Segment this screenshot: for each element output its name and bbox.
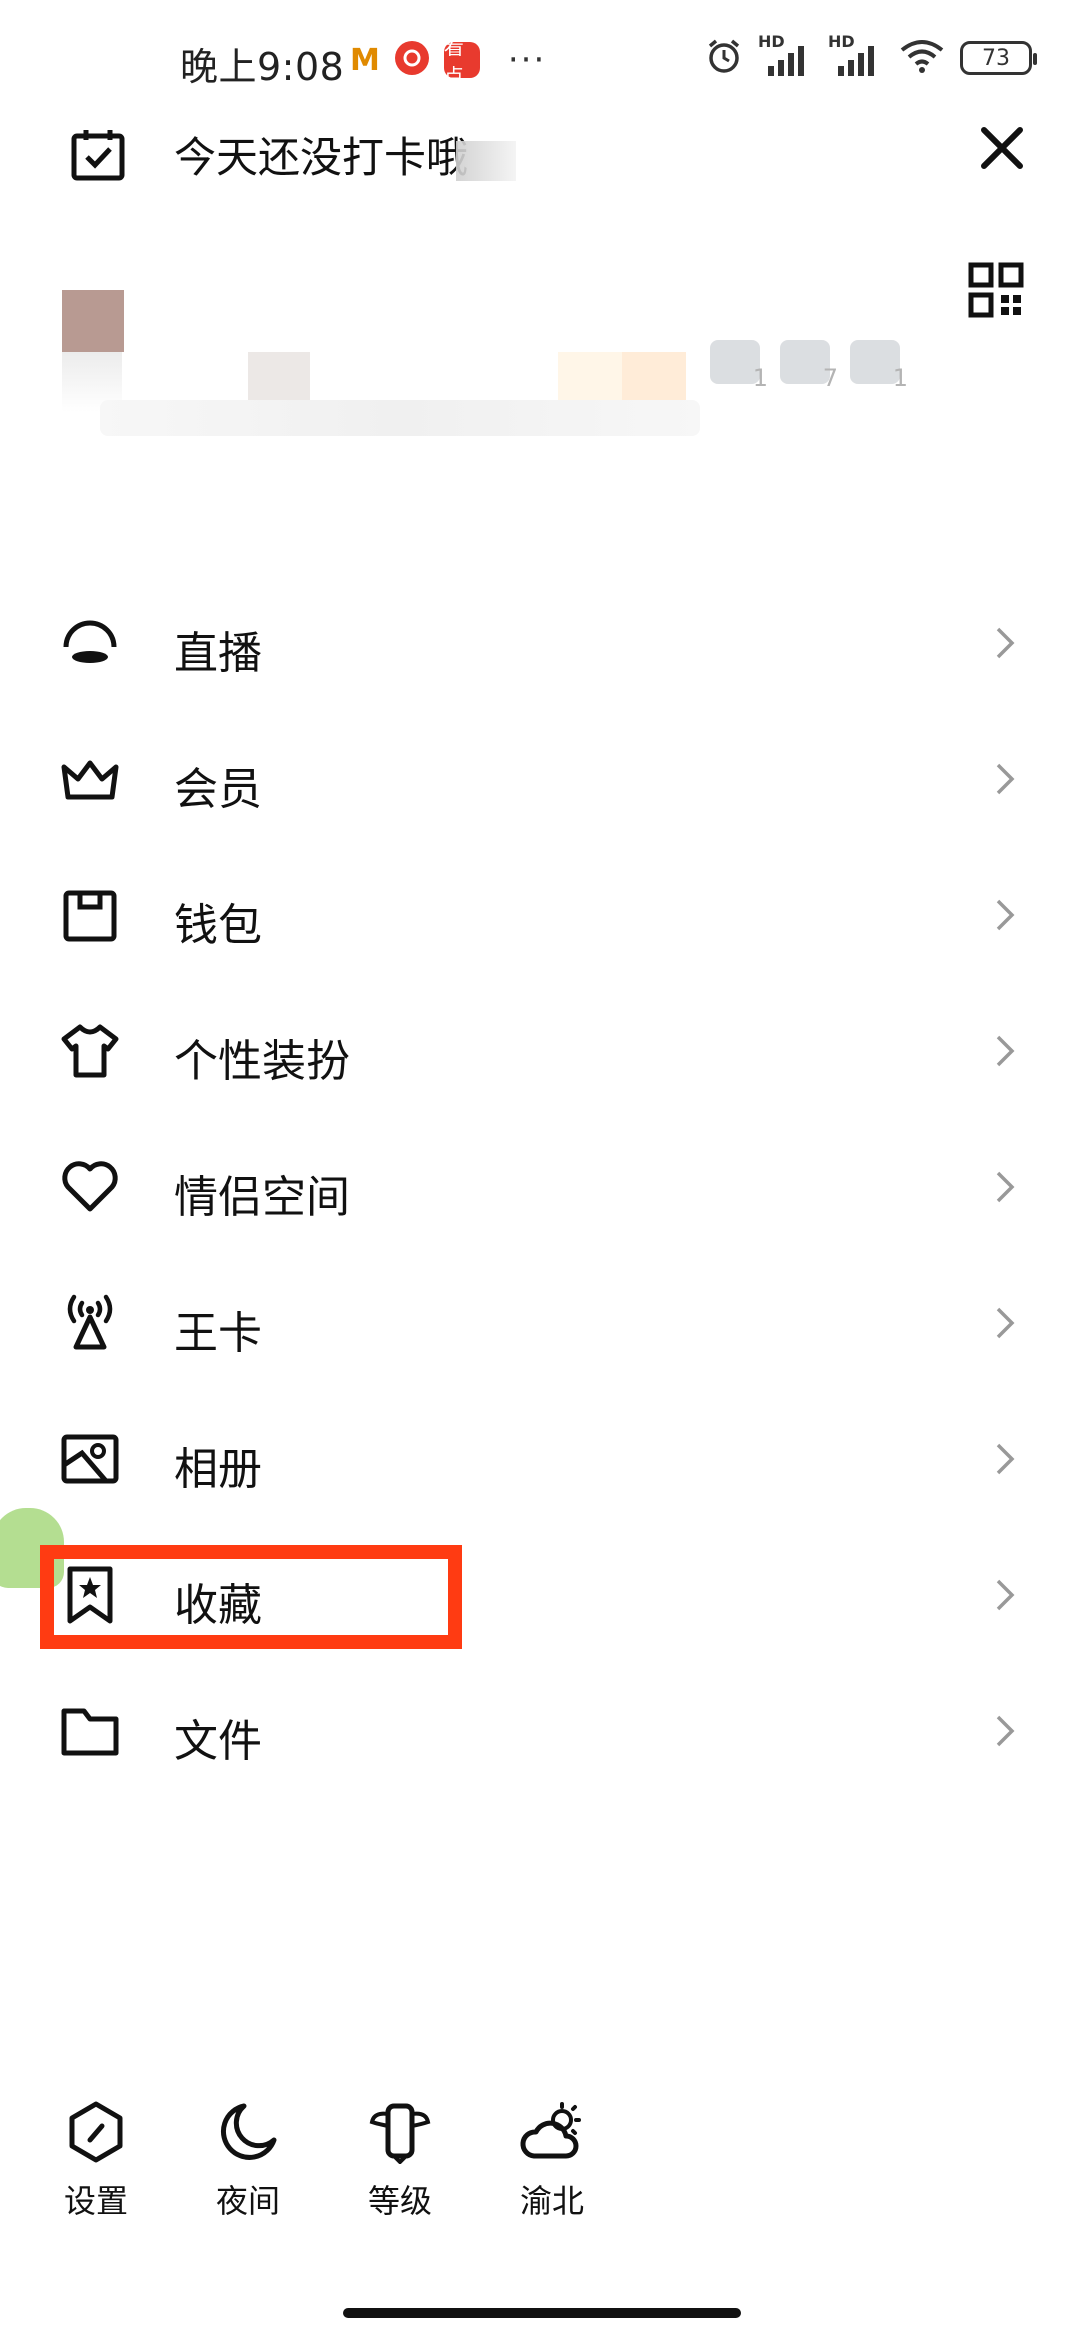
weather-sun-cloud-icon: [520, 2100, 584, 2164]
drawer-header: 今天还没打卡哦: [0, 110, 1080, 230]
medal-icon-2: 7: [780, 340, 838, 392]
weather-button[interactable]: 渝北: [492, 2100, 612, 2222]
medal-count-1: 1: [752, 364, 768, 392]
menu-label: 情侣空间: [174, 1172, 350, 1223]
level-button[interactable]: 等级: [340, 2100, 460, 2222]
wifi-icon: [898, 36, 946, 80]
more-notifications-icon: ···: [507, 40, 547, 80]
menu-label: 相册: [174, 1444, 262, 1495]
status-bar: 晚上9:08 M 看点 ··· HD HD 73: [0, 0, 1080, 120]
heart-icon: [60, 1157, 120, 1217]
app-m-icon: M: [350, 42, 380, 78]
menu-item-files[interactable]: 文件: [0, 1663, 1080, 1799]
folder-icon: [60, 1701, 120, 1761]
chevron-right-icon: [990, 895, 1020, 935]
level-label: 等级: [367, 2182, 432, 2220]
menu-item-album[interactable]: 相册: [0, 1391, 1080, 1527]
status-time: 晚上9:08: [180, 45, 345, 89]
medal-count-2: 7: [822, 364, 838, 392]
menu-label: 会员: [174, 764, 262, 815]
menu-label: 个性装扮: [174, 1036, 350, 1087]
chevron-right-icon: [990, 623, 1020, 663]
bottom-bar: 设置 夜间 等级 渝北: [0, 2100, 1080, 2260]
alarm-icon: [704, 36, 744, 80]
chevron-right-icon: [990, 759, 1020, 799]
avatar[interactable]: [62, 290, 124, 352]
tshirt-icon: [60, 1021, 120, 1081]
netease-music-icon: [394, 40, 430, 80]
menu-item-vip[interactable]: 会员: [0, 711, 1080, 847]
menu-label: 直播: [174, 628, 262, 679]
status-app-icons: M 看点 ···: [350, 35, 547, 88]
medal-count-3: 1: [892, 364, 908, 392]
status-right-icons: HD HD 73: [704, 32, 1037, 80]
checkin-text[interactable]: 今天还没打卡哦: [174, 124, 517, 185]
moon-icon: [216, 2100, 280, 2164]
menu-item-theme[interactable]: 个性装扮: [0, 983, 1080, 1119]
highlight-box: [40, 1545, 462, 1649]
qr-code-icon[interactable]: [968, 262, 1024, 318]
live-icon: [60, 613, 120, 673]
menu-label: 文件: [174, 1716, 262, 1767]
chevron-right-icon: [990, 1711, 1020, 1751]
night-label: 夜间: [215, 2182, 280, 2220]
chevron-right-icon: [990, 1303, 1020, 1343]
menu-label: 王卡: [174, 1308, 262, 1359]
medal-row[interactable]: 1 7 1: [710, 340, 908, 392]
menu-item-couple[interactable]: 情侣空间: [0, 1119, 1080, 1255]
battery-indicator: 73: [960, 41, 1037, 75]
weather-city-label: 渝北: [519, 2182, 584, 2220]
signal-tower-icon: [60, 1293, 120, 1353]
chevron-right-icon: [990, 1031, 1020, 1071]
chevron-right-icon: [990, 1167, 1020, 1207]
kandian-app-icon: 看点: [443, 35, 480, 88]
chevron-right-icon: [990, 1439, 1020, 1479]
menu-item-live[interactable]: 直播: [0, 575, 1080, 711]
menu-item-wallet[interactable]: 钱包: [0, 847, 1080, 983]
checkin-label: 今天还没打卡哦: [174, 133, 469, 182]
signal-icon-2: HD: [828, 32, 884, 78]
crown-icon: [60, 749, 120, 809]
settings-button[interactable]: 设置: [36, 2100, 156, 2222]
medal-icon-3: 1: [850, 340, 908, 392]
wallet-icon: [60, 885, 120, 945]
level-wings-icon: [368, 2100, 432, 2165]
signal-icon-1: HD: [758, 32, 814, 78]
settings-hexagon-icon: [64, 2100, 128, 2164]
home-indicator[interactable]: [343, 2308, 741, 2318]
menu-item-kingcard[interactable]: 王卡: [0, 1255, 1080, 1391]
album-icon: [60, 1429, 120, 1489]
blurred-signature: [100, 400, 700, 436]
night-mode-button[interactable]: 夜间: [188, 2100, 308, 2222]
checkin-fade: [456, 140, 517, 181]
medal-icon-1: 1: [710, 340, 768, 392]
settings-label: 设置: [63, 2182, 128, 2220]
checkin-calendar-icon[interactable]: [68, 124, 128, 184]
menu-label: 钱包: [174, 900, 262, 951]
chevron-right-icon: [990, 1575, 1020, 1615]
close-icon[interactable]: [976, 122, 1028, 174]
